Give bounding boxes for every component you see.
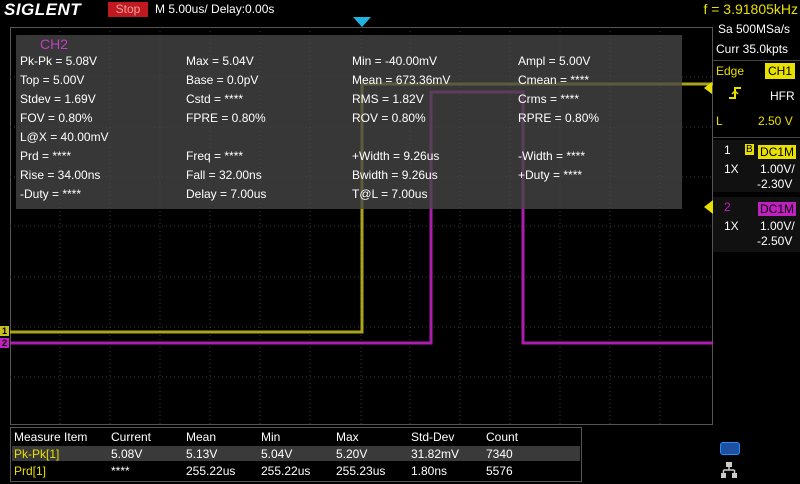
ch2-scale: 1.00V/ bbox=[760, 219, 795, 233]
meas-rise: Rise = 34.00ns bbox=[20, 168, 101, 182]
table-cell: 7340 bbox=[486, 447, 513, 461]
network-icon bbox=[721, 462, 737, 478]
trigger-coupling[interactable]: HFR bbox=[770, 89, 795, 103]
ch1-scale: 1.00V/ bbox=[760, 162, 795, 176]
table-cell: 255.23us bbox=[336, 464, 386, 478]
measurement-source-label: CH2 bbox=[40, 36, 69, 52]
meas-top: Top = 5.00V bbox=[20, 73, 85, 87]
table-cell: 255.22us bbox=[261, 464, 311, 478]
meas-stdev: Stdev = 1.69V bbox=[20, 92, 96, 106]
divider bbox=[713, 137, 800, 138]
meas-cmean: Cmean = **** bbox=[518, 73, 590, 87]
ch2-number: 2 bbox=[724, 200, 731, 214]
record-length-readout: Curr 35.0kpts bbox=[716, 42, 789, 56]
meas-base: Base = 0.0pV bbox=[186, 73, 259, 87]
meas-fpre: FPRE = 0.80% bbox=[186, 111, 266, 125]
sample-rate-readout: Sa 500MSa/s bbox=[718, 22, 791, 36]
meas-crms: Crms = **** bbox=[518, 92, 580, 106]
table-cell: 255.22us bbox=[186, 464, 236, 478]
table-cell: 5.04V bbox=[261, 447, 293, 461]
ch2-probe: 1X bbox=[724, 219, 739, 233]
ch1-settings-panel[interactable]: 1 B DC1M 1X 1.00V/ -2.30V bbox=[713, 140, 800, 192]
trigger-level-label: L bbox=[716, 114, 723, 128]
meas-ampl: Ampl = 5.00V bbox=[518, 54, 591, 68]
ch2-offset-marker[interactable]: 2 bbox=[0, 338, 9, 348]
rising-edge-icon bbox=[728, 86, 742, 103]
usb-storage-icon bbox=[720, 442, 740, 455]
table-header: Min bbox=[261, 430, 281, 444]
meas-rpre: RPRE = 0.80% bbox=[518, 111, 600, 125]
ch1-number: 1 bbox=[724, 143, 731, 157]
table-cell: Prd[1] bbox=[14, 464, 47, 478]
timebase-readout[interactable]: M 5.00us/ Delay:0.00s bbox=[155, 2, 274, 16]
table-cell: 1.80ns bbox=[411, 464, 448, 478]
meas-rov: ROV = 0.80% bbox=[352, 111, 426, 125]
trigger-position-marker[interactable] bbox=[353, 17, 371, 27]
ch1-offset-marker[interactable]: 1 bbox=[0, 326, 9, 336]
table-cell: 5.13V bbox=[186, 447, 218, 461]
trigger-mode-label[interactable]: Edge bbox=[716, 64, 744, 78]
table-header: Mean bbox=[186, 430, 217, 444]
ch1-offset: -2.30V bbox=[757, 177, 793, 191]
meas-tal: T@L = 7.00us bbox=[352, 187, 428, 201]
ch1-probe: 1X bbox=[724, 162, 739, 176]
meas-nduty: -Duty = **** bbox=[20, 187, 82, 201]
table-cell: Pk-Pk[1] bbox=[14, 447, 60, 461]
meas-fall: Fall = 32.00ns bbox=[186, 168, 262, 182]
ch2-offset: -2.50V bbox=[757, 234, 793, 248]
bandwidth-limit-icon: B bbox=[745, 144, 754, 155]
ch2-coupling: DC1M bbox=[758, 202, 797, 216]
meas-pwidth: +Width = 9.26us bbox=[352, 149, 440, 163]
divider bbox=[713, 60, 800, 61]
table-header: Std-Dev bbox=[411, 430, 455, 444]
trigger-level-value[interactable]: 2.50 V bbox=[758, 114, 793, 128]
meas-lax: L@X = 40.00mV bbox=[20, 130, 109, 144]
meas-min: Min = -40.00mV bbox=[352, 54, 438, 68]
table-header: Max bbox=[336, 430, 359, 444]
table-cell: **** bbox=[111, 464, 130, 478]
frequency-counter: f = 3.91805kHz bbox=[703, 1, 798, 17]
meas-bwidth: Bwidth = 9.26us bbox=[352, 168, 438, 182]
run-state-badge[interactable]: Stop bbox=[108, 2, 148, 17]
table-cell: 31.82mV bbox=[411, 447, 460, 461]
status-icons bbox=[720, 442, 740, 484]
table-cell: 5576 bbox=[486, 464, 513, 478]
meas-cstd: Cstd = **** bbox=[186, 92, 244, 106]
meas-freq: Freq = **** bbox=[186, 149, 244, 163]
meas-fov: FOV = 0.80% bbox=[20, 111, 93, 125]
ch2-settings-panel[interactable]: 2 DC1M 1X 1.00V/ -2.50V bbox=[704, 197, 800, 252]
measurement-panel: CH2 Pk-Pk = 5.08V Max = 5.04V Min = -40.… bbox=[16, 35, 682, 209]
table-header: Current bbox=[111, 430, 152, 444]
brand-logo: SIGLENT bbox=[4, 0, 82, 19]
meas-mean: Mean = 673.36mV bbox=[352, 73, 451, 87]
meas-delay: Delay = 7.00us bbox=[186, 187, 267, 201]
meas-max: Max = 5.04V bbox=[186, 54, 254, 68]
meas-pduty: +Duty = **** bbox=[518, 168, 583, 182]
top-status-bar: SIGLENT Stop M 5.00us/ Delay:0.00s f = 3… bbox=[0, 0, 800, 20]
meas-nwidth: -Width = **** bbox=[518, 149, 586, 163]
ch1-coupling: DC1M bbox=[758, 145, 797, 159]
trigger-source-badge[interactable]: CH1 bbox=[765, 63, 796, 79]
meas-rms: RMS = 1.82V bbox=[352, 92, 424, 106]
meas-pkpk: Pk-Pk = 5.08V bbox=[20, 54, 98, 68]
table-cell: 5.08V bbox=[111, 447, 143, 461]
trigger-level-marker[interactable] bbox=[704, 82, 712, 94]
table-header: Measure Item bbox=[14, 430, 88, 444]
active-channel-arrow-icon bbox=[704, 200, 713, 214]
meas-prd: Prd = **** bbox=[20, 149, 72, 163]
table-cell: 5.20V bbox=[336, 447, 368, 461]
table-header: Count bbox=[486, 430, 519, 444]
measurement-statistics-table: Measure Item Current Mean Min Max Std-De… bbox=[10, 427, 582, 482]
